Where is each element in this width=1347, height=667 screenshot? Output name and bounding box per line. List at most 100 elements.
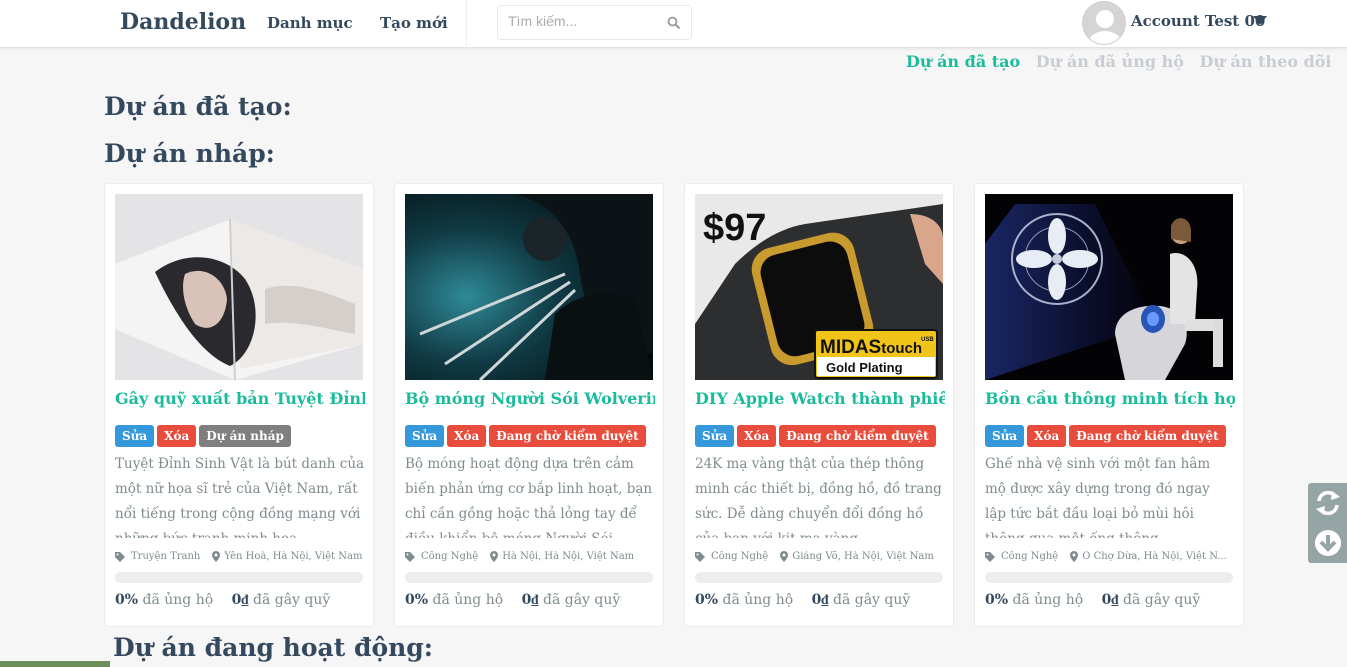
project-image[interactable] [985, 194, 1233, 380]
status-badge: Dự án nháp [199, 425, 291, 447]
side-toolbar [1308, 483, 1347, 563]
project-location: Ô Chợ Dừa, Hà Nội, Việt N... [1082, 551, 1227, 562]
tags-icon [115, 551, 125, 562]
image-price-text: $97 [703, 207, 766, 249]
funded-label: đã ủng hộ [722, 592, 794, 608]
raised-amount: 0₫ [231, 592, 249, 608]
funded-percent: 0% [405, 592, 429, 608]
tags-icon [985, 551, 995, 562]
status-badge: Đang chờ kiểm duyệt [489, 425, 646, 447]
funded-label: đã ủng hộ [142, 592, 214, 608]
status-badge: Đang chờ kiểm duyệt [779, 425, 936, 447]
funded-percent: 0% [115, 592, 139, 608]
project-actions: Sửa Xóa Dự án nháp [115, 425, 294, 447]
svg-text:MIDAStouch: MIDAStouch [820, 337, 922, 358]
project-card: Gây quỹ xuất bản Tuyệt Đỉnh... Sửa Xóa Dự … [104, 183, 374, 627]
funding-progress-bar [985, 572, 1233, 583]
nav-categories[interactable]: Danh mục [267, 14, 353, 32]
refresh-icon[interactable] [1313, 488, 1343, 518]
funded-label: đã ủng hộ [1012, 592, 1084, 608]
delete-button[interactable]: Xóa [737, 425, 777, 447]
map-marker-icon [212, 551, 221, 562]
image-brand-b: touch [881, 340, 922, 357]
delete-button[interactable]: Xóa [157, 425, 197, 447]
tab-backed-projects[interactable]: Dự án đã ủng hộ [1036, 52, 1184, 71]
delete-button[interactable]: Xóa [1027, 425, 1067, 447]
project-title[interactable]: Bộ móng Người Sói Wolverin... [405, 389, 655, 408]
edit-button[interactable]: Sửa [695, 425, 735, 447]
section-heading-created: Dự án đã tạo: [104, 92, 292, 121]
top-navbar: Dandelion Danh mục Tạo mới Account Test … [0, 0, 1347, 48]
project-card: Bồn cầu thông minh tích hợp ... SửaXóaĐa… [974, 183, 1244, 627]
tab-followed-projects[interactable]: Dự án theo dõi [1199, 52, 1331, 71]
raised-label: đã gây quỹ [542, 592, 621, 608]
map-marker-icon [490, 551, 499, 562]
raised-label: đã gây quỹ [252, 592, 331, 608]
image-brand-small: USB [921, 337, 934, 343]
arrow-down-circle-icon[interactable] [1313, 528, 1343, 558]
project-card: Bộ móng Người Sói Wolverin... Sửa Xóa Đang… [394, 183, 664, 627]
status-badge: Đang chờ kiểm duyệt [1069, 425, 1226, 447]
project-category[interactable]: Công Nghệ [421, 551, 478, 562]
project-meta: Truyện Tranh Yên Hoà, Hà Nội, Việt Nam [115, 551, 365, 562]
project-stats: 0% đã ủng hộ 0₫ đã gây quỹ [985, 592, 1200, 609]
project-actions: Sửa Xóa Đang chờ kiểm duyệt [985, 425, 1229, 447]
project-card: $97 MIDAStouch USB Gold Plating DIY Appl… [684, 183, 954, 627]
project-stats: 0% đã ủng hộ 0₫ đã gây quỹ [115, 592, 330, 609]
project-category[interactable]: Truyện Tranh [131, 551, 200, 562]
section-heading-drafts: Dự án nháp: [104, 139, 275, 168]
raised-amount: 0₫ [1101, 592, 1119, 608]
nav-create-new[interactable]: Tạo mới [380, 14, 448, 32]
funding-progress-bar [695, 572, 943, 583]
edit-button[interactable]: Sửa [985, 425, 1025, 447]
project-meta: Công Nghệ Hà Nội, Hà Nội, Việt Nam [405, 551, 655, 562]
delete-button[interactable]: Xóa [447, 425, 487, 447]
project-image[interactable] [115, 194, 363, 380]
project-category[interactable]: Công Nghệ [1001, 551, 1058, 562]
raised-amount: 0₫ [811, 592, 829, 608]
search-icon[interactable] [667, 16, 681, 30]
project-actions: Sửa Xóa Đang chờ kiểm duyệt [405, 425, 649, 447]
project-description: Ghế nhà vệ sinh với một fan hâm mộ được … [985, 456, 1211, 538]
section-heading-active: Dự án đang hoạt động: [113, 633, 434, 662]
account-name[interactable]: Account Test 00 [1131, 12, 1265, 30]
funding-progress-bar [405, 572, 653, 583]
project-location: Yên Hoà, Hà Nội, Việt Nam [224, 551, 363, 562]
project-title[interactable]: Bồn cầu thông minh tích hợp ... [985, 389, 1235, 408]
tags-icon [695, 551, 705, 562]
avatar[interactable] [1082, 1, 1126, 45]
map-marker-icon [780, 551, 789, 562]
brand-logo[interactable]: Dandelion [120, 9, 246, 35]
image-brand-a: MIDAS [820, 337, 881, 358]
tab-created-projects[interactable]: Dự án đã tạo [906, 52, 1020, 71]
project-image[interactable]: $97 MIDAStouch USB Gold Plating [695, 194, 943, 380]
project-title[interactable]: Gây quỹ xuất bản Tuyệt Đỉnh... [115, 389, 365, 408]
project-location: Giảng Võ, Hà Nội, Việt Nam [792, 551, 934, 562]
nav-divider [466, 0, 467, 48]
project-actions: Sửa Xóa Đang chờ kiểm duyệt [695, 425, 939, 447]
project-location: Hà Nội, Hà Nội, Việt Nam [502, 551, 635, 562]
bottom-bar-fragment [0, 661, 110, 667]
profile-tabs: Dự án đã tạo Dự án đã ủng hộ Dự án theo … [906, 52, 1342, 71]
chevron-down-icon[interactable] [1253, 16, 1267, 25]
project-image[interactable] [405, 194, 653, 380]
project-title[interactable]: DIY Apple Watch thành phiê... [695, 389, 945, 408]
edit-button[interactable]: Sửa [405, 425, 445, 447]
image-plating-text: Gold Plating [826, 360, 903, 375]
search-input[interactable] [508, 13, 658, 29]
tags-icon [405, 551, 415, 562]
edit-button[interactable]: Sửa [115, 425, 155, 447]
funding-progress-bar [115, 572, 363, 583]
project-stats: 0% đã ủng hộ 0₫ đã gây quỹ [405, 592, 620, 609]
search-box [497, 5, 692, 40]
raised-amount: 0₫ [521, 592, 539, 608]
funded-label: đã ủng hộ [432, 592, 504, 608]
project-stats: 0% đã ủng hộ 0₫ đã gây quỹ [695, 592, 910, 609]
raised-label: đã gây quỹ [832, 592, 911, 608]
raised-label: đã gây quỹ [1122, 592, 1201, 608]
funded-percent: 0% [695, 592, 719, 608]
project-meta: Công Nghệ Giảng Võ, Hà Nội, Việt Nam [695, 551, 945, 562]
project-category[interactable]: Công Nghệ [711, 551, 768, 562]
project-description: 24K mạ vàng thật của thép thông minh các… [695, 456, 942, 538]
project-meta: Công Nghệ Ô Chợ Dừa, Hà Nội, Việt N... [985, 551, 1235, 562]
